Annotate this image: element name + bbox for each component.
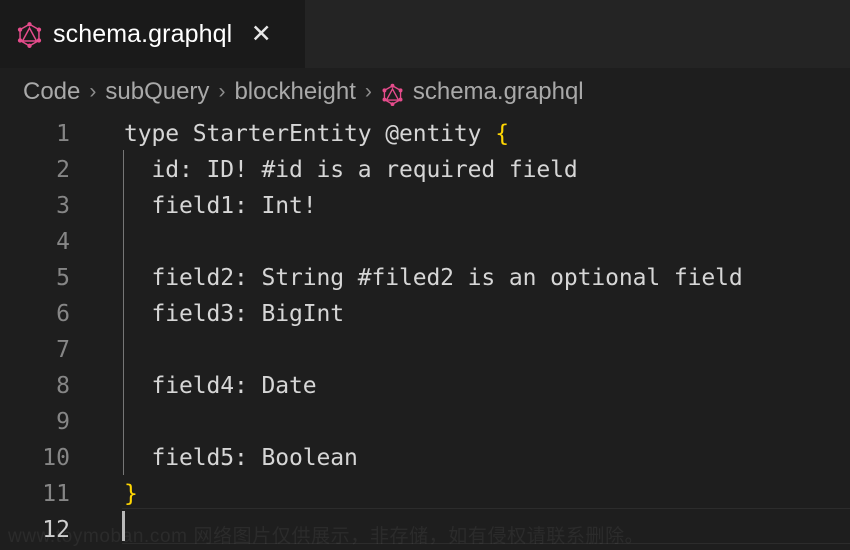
graphql-icon [17,21,42,48]
line-number: 3 [56,193,70,219]
chevron-right-icon: › [364,80,372,103]
code-line[interactable]: 2 id: ID! #id is a required field [0,152,850,188]
line-number: 11 [42,481,70,507]
line-number: 4 [56,229,70,255]
breadcrumb-item-code[interactable]: Code [23,78,80,106]
code-text: } [70,481,850,507]
code-text-plain: field4: Date [124,373,317,399]
line-number: 1 [56,121,70,147]
editor-window: schema.graphql ✕ Code › subQuery › block… [0,0,850,550]
line-number: 7 [56,337,70,363]
tab-label: schema.graphql [53,19,233,48]
code-line[interactable]: 6 field3: BigInt [0,296,850,332]
line-number: 10 [42,445,70,471]
code-text: field4: Date [70,373,850,399]
breadcrumb-file-label: schema.graphql [412,78,584,105]
code-line[interactable]: 12 [0,512,850,548]
code-text: field5: Boolean [70,445,850,471]
code-line[interactable]: 4 [0,224,850,260]
graphql-icon [382,83,403,106]
line-number: 12 [42,517,70,543]
close-icon[interactable]: ✕ [248,21,274,47]
code-line[interactable]: 3 field1: Int! [0,188,850,224]
chevron-right-icon: › [89,80,97,103]
code-text-plain: field1: Int! [124,193,317,219]
code-text-plain: id: ID! #id is a required field [124,157,578,183]
code-text: field3: BigInt [70,301,850,327]
code-text-plain: field3: BigInt [124,301,344,327]
code-line[interactable]: 9 [0,404,850,440]
breadcrumb-item-blockheight[interactable]: blockheight [234,78,355,106]
tab-bar: schema.graphql ✕ [0,0,850,68]
chevron-right-icon: › [218,80,226,103]
breadcrumb-item-subquery[interactable]: subQuery [105,78,209,106]
code-brace: } [124,481,138,507]
code-line[interactable]: 7 [0,332,850,368]
code-brace: { [495,121,509,147]
line-number: 5 [56,265,70,291]
code-text: field1: Int! [70,193,850,219]
code-text: field2: String #filed2 is an optional fi… [70,265,850,291]
code-line[interactable]: 5 field2: String #filed2 is an optional … [0,260,850,296]
line-number: 8 [56,373,70,399]
code-text: id: ID! #id is a required field [70,157,850,183]
line-number: 6 [56,301,70,327]
code-editor[interactable]: 1 type StarterEntity @entity {2 id: ID! #… [0,116,850,550]
code-line[interactable]: 11} [0,476,850,512]
code-line[interactable]: 1 type StarterEntity @entity { [0,116,850,152]
breadcrumb: Code › subQuery › blockheight › schema.g… [0,68,850,116]
tab-schema-graphql[interactable]: schema.graphql ✕ [0,0,305,68]
code-text-plain: type StarterEntity @entity [124,121,496,147]
code-line[interactable]: 10 field5: Boolean [0,440,850,476]
code-text: type StarterEntity @entity { [70,121,850,147]
line-number: 9 [56,409,70,435]
code-line[interactable]: 8 field4: Date [0,368,850,404]
line-number: 2 [56,157,70,183]
breadcrumb-item-schema-graphql[interactable]: schema.graphql [381,78,584,106]
code-text-plain: field5: Boolean [124,445,358,471]
code-text-plain: field2: String #filed2 is an optional fi… [124,265,743,291]
